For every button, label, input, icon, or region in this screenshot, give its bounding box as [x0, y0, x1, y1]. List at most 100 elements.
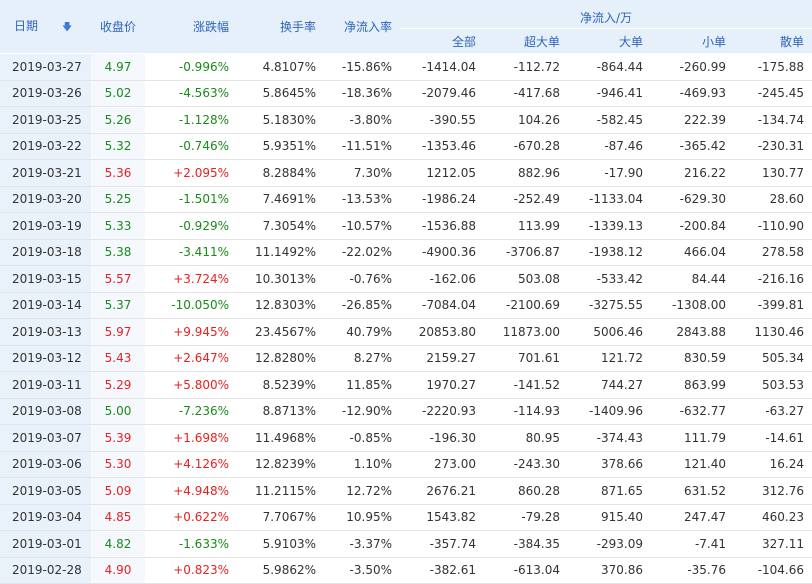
net-all-cell: -1986.24: [400, 186, 484, 213]
net-all-cell: 1970.27: [400, 371, 484, 399]
net-small-cell: -365.42: [651, 133, 734, 160]
net-ratio-cell: 8.27%: [324, 345, 400, 372]
net-small-cell: 111.79: [651, 424, 734, 452]
close-cell: 5.57: [91, 265, 145, 293]
net-large-cell: 378.66: [568, 451, 651, 478]
column-header-close[interactable]: 收盘价: [91, 0, 145, 54]
net-all-cell: -2079.46: [400, 80, 484, 107]
table-row: 2019-03-25 5.26 -1.128% 5.1830% -3.80% -390.5…: [0, 106, 812, 134]
net-large-cell: 370.86: [568, 557, 651, 584]
net-small-cell: -35.76: [651, 557, 734, 584]
close-cell: 4.85: [91, 504, 145, 531]
net-large-cell: -533.42: [568, 265, 651, 293]
table-row: 2019-03-27 4.97 -0.996% 4.8107% -15.86% -1414…: [0, 53, 812, 81]
change-cell: +2.647%: [145, 345, 237, 372]
net-large-cell: 744.27: [568, 371, 651, 399]
change-cell: +3.724%: [145, 265, 237, 293]
column-header-retail[interactable]: 散单: [734, 28, 812, 54]
date-cell: 2019-03-18: [0, 239, 91, 266]
net-retail-cell: 503.53: [734, 371, 812, 399]
turnover-cell: 5.8645%: [237, 80, 324, 107]
net-super-large-cell: 882.96: [484, 159, 568, 187]
net-super-large-cell: -79.28: [484, 504, 568, 531]
net-super-large-cell: -3706.87: [484, 239, 568, 266]
net-ratio-cell: -10.57%: [324, 212, 400, 240]
net-super-large-cell: -384.35: [484, 530, 568, 558]
table-row: 2019-03-13 5.97 +9.945% 23.4567% 40.79% 20853…: [0, 318, 812, 346]
net-large-cell: -87.46: [568, 133, 651, 160]
column-header-small[interactable]: 小单: [651, 28, 734, 54]
net-large-cell: -1133.04: [568, 186, 651, 213]
net-retail-cell: -399.81: [734, 292, 812, 319]
turnover-cell: 5.1830%: [237, 106, 324, 134]
column-header-date[interactable]: 日期 🡇: [0, 0, 91, 54]
net-small-cell: -200.84: [651, 212, 734, 240]
table-row: 2019-03-05 5.09 +4.948% 11.2115% 12.72% 2676.…: [0, 477, 812, 505]
column-header-turnover[interactable]: 换手率: [237, 0, 324, 54]
date-cell: 2019-03-27: [0, 53, 91, 81]
close-cell: 5.30: [91, 451, 145, 478]
close-cell: 5.37: [91, 292, 145, 319]
net-super-large-cell: -141.52: [484, 371, 568, 399]
table-body: 2019-03-27 4.97 -0.996% 4.8107% -15.86% -1414…: [0, 53, 812, 584]
net-ratio-cell: -26.85%: [324, 292, 400, 319]
change-cell: +9.945%: [145, 318, 237, 346]
net-all-cell: -196.30: [400, 424, 484, 452]
date-cell: 2019-03-25: [0, 106, 91, 134]
net-super-large-cell: 80.95: [484, 424, 568, 452]
date-cell: 2019-03-05: [0, 477, 91, 505]
net-retail-cell: 16.24: [734, 451, 812, 478]
turnover-cell: 4.8107%: [237, 53, 324, 81]
net-all-cell: -7084.04: [400, 292, 484, 319]
net-ratio-cell: -3.37%: [324, 530, 400, 558]
net-super-large-cell: -243.30: [484, 451, 568, 478]
net-all-cell: -1353.46: [400, 133, 484, 160]
table-row: 2019-03-19 5.33 -0.929% 7.3054% -10.57% -1536…: [0, 212, 812, 240]
table-row: 2019-03-08 5.00 -7.236% 8.8713% -12.90% -2220…: [0, 398, 812, 425]
turnover-cell: 23.4567%: [237, 318, 324, 346]
net-small-cell: -632.77: [651, 398, 734, 425]
column-header-super-large[interactable]: 超大单: [484, 28, 568, 54]
net-ratio-cell: 12.72%: [324, 477, 400, 505]
change-cell: -0.996%: [145, 53, 237, 81]
column-header-large[interactable]: 大单: [568, 28, 651, 54]
net-all-cell: 1212.05: [400, 159, 484, 187]
net-retail-cell: 312.76: [734, 477, 812, 505]
net-ratio-cell: 40.79%: [324, 318, 400, 346]
net-all-cell: 2676.21: [400, 477, 484, 505]
close-cell: 4.90: [91, 557, 145, 584]
net-small-cell: 84.44: [651, 265, 734, 293]
net-ratio-cell: -13.53%: [324, 186, 400, 213]
date-cell: 2019-03-20: [0, 186, 91, 213]
net-ratio-cell: -3.50%: [324, 557, 400, 584]
table-row: 2019-03-14 5.37 -10.050% 12.8303% -26.85% -70…: [0, 292, 812, 319]
net-small-cell: -7.41: [651, 530, 734, 558]
column-header-net-ratio[interactable]: 净流入率: [324, 0, 400, 54]
turnover-cell: 5.9862%: [237, 557, 324, 584]
turnover-cell: 8.5239%: [237, 371, 324, 399]
net-small-cell: 247.47: [651, 504, 734, 531]
net-large-cell: 915.40: [568, 504, 651, 531]
date-cell: 2019-03-06: [0, 451, 91, 478]
net-large-cell: -374.43: [568, 424, 651, 452]
date-cell: 2019-02-28: [0, 557, 91, 584]
close-cell: 5.00: [91, 398, 145, 425]
change-cell: -1.128%: [145, 106, 237, 134]
change-cell: +4.126%: [145, 451, 237, 478]
net-retail-cell: 1130.46: [734, 318, 812, 346]
net-large-cell: -1938.12: [568, 239, 651, 266]
turnover-cell: 5.9351%: [237, 133, 324, 160]
net-ratio-cell: -11.51%: [324, 133, 400, 160]
column-header-change[interactable]: 涨跌幅: [145, 0, 237, 54]
sort-down-icon[interactable]: 🡇: [62, 22, 72, 33]
close-cell: 4.97: [91, 53, 145, 81]
turnover-cell: 7.3054%: [237, 212, 324, 240]
net-all-cell: -2220.93: [400, 398, 484, 425]
net-small-cell: -469.93: [651, 80, 734, 107]
change-cell: +0.622%: [145, 504, 237, 531]
net-small-cell: 121.40: [651, 451, 734, 478]
column-header-all[interactable]: 全部: [400, 28, 484, 54]
change-cell: -1.633%: [145, 530, 237, 558]
net-retail-cell: 130.77: [734, 159, 812, 187]
net-retail-cell: 327.11: [734, 530, 812, 558]
